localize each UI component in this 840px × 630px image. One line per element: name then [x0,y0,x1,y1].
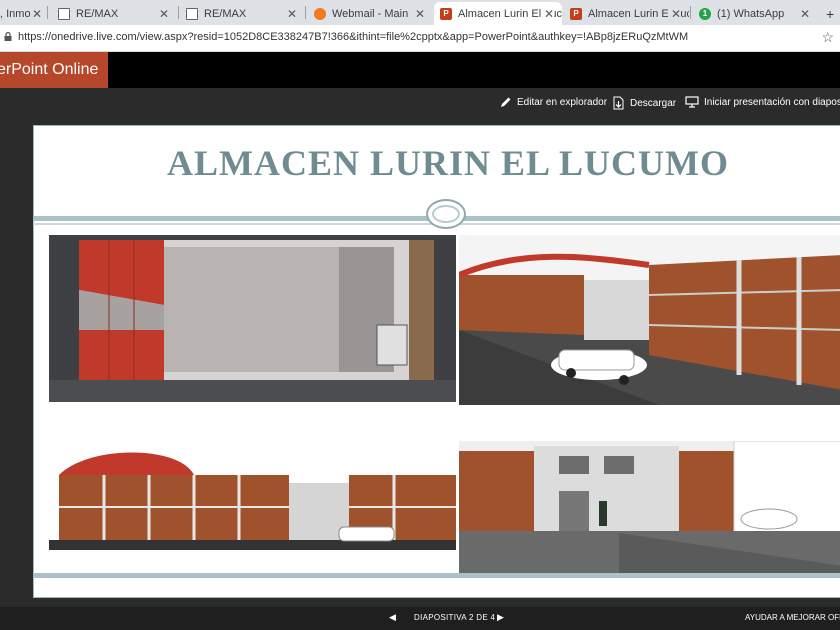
office-app-bar: erPoint Online [0,52,840,88]
address-bar[interactable]: https://onedrive.live.com/view.aspx?resi… [0,25,840,52]
bookmark-star-icon[interactable]: ☆ [821,29,834,46]
page-icon [186,7,198,20]
lock-icon [4,32,12,41]
tab-title: , Inmo [0,7,31,20]
help-improve-office-link[interactable]: AYUDAR A MEJORAR OFFICE [745,613,840,622]
edit-in-browser-button[interactable]: Editar en explorador [500,96,607,108]
close-tab-icon[interactable]: ✕ [32,7,42,21]
browser-tab[interactable]: P Almacen Lurin El Luc ✕ [564,2,689,25]
app-name: erPoint Online [0,61,99,78]
url-text[interactable]: https://onedrive.live.com/view.aspx?resi… [18,31,688,43]
slide-title: ALMACEN LURIN EL LUCUMO [166,143,730,183]
browser-tab[interactable]: , Inmo ✕ [0,2,46,25]
slide-canvas: ALMACEN LURIN EL LUCUMO [33,125,840,598]
close-tab-icon[interactable]: ✕ [540,7,554,21]
tab-title: RE/MAX [76,7,119,20]
command-bar: Editar en explorador Descargar Iniciar p… [0,88,840,118]
slideshow-label: Iniciar presentación con diapositivas [704,96,840,108]
browser-tab[interactable]: RE/MAX ✕ [180,2,305,25]
browser-tab[interactable]: RE/MAX ✕ [52,2,177,25]
new-tab-button[interactable]: + [820,2,840,25]
divider-ornament [426,199,466,229]
warehouse-front-elevation-image [49,435,456,560]
presentation-icon [685,96,699,108]
powerpoint-icon: P [440,7,452,20]
powerpoint-icon: P [570,7,582,20]
warehouse-courtyard-view-image [459,441,840,573]
download-icon [613,96,624,110]
slide-bottom-band [33,573,840,578]
pencil-icon [501,97,511,107]
webmail-icon [314,7,326,20]
warehouse-street-view-image [459,235,840,405]
slide-counter: DIAPOSITIVA 2 DE 4 [414,613,496,622]
next-slide-icon[interactable]: ▶ [497,612,504,623]
browser-tab-active[interactable]: P Almacen Lurin El Luc ✕ [434,2,562,25]
tab-title: Webmail - Main [332,7,409,20]
app-name-tile[interactable]: erPoint Online [0,52,108,88]
warehouse-top-view-image [49,235,456,402]
previous-slide-icon[interactable]: ◀ [389,612,396,623]
tab-title: RE/MAX [204,7,247,20]
close-tab-icon[interactable]: ✕ [667,7,681,21]
edit-label: Editar en explorador [517,96,608,108]
status-bar: ◀ DIAPOSITIVA 2 DE 4 ▶ AYUDAR A MEJORAR … [0,607,840,630]
browser-tab[interactable]: 1 (1) WhatsApp ✕ [693,2,818,25]
whatsapp-icon: 1 [699,7,711,20]
close-tab-icon[interactable]: ✕ [159,7,169,21]
close-tab-icon[interactable]: ✕ [800,7,810,21]
page-icon [58,7,70,20]
download-button[interactable]: Descargar [612,96,676,110]
download-label: Descargar [630,97,677,109]
start-slideshow-button[interactable]: Iniciar presentación con diapositivas [685,96,840,108]
close-tab-icon[interactable]: ✕ [415,7,425,21]
browser-tab-strip: , Inmo ✕ RE/MAX ✕ RE/MAX ✕ Webmail - Mai… [0,0,840,25]
close-tab-icon[interactable]: ✕ [287,7,297,21]
browser-tab[interactable]: Webmail - Main ✕ [308,2,433,25]
tab-title: (1) WhatsApp [717,7,785,20]
